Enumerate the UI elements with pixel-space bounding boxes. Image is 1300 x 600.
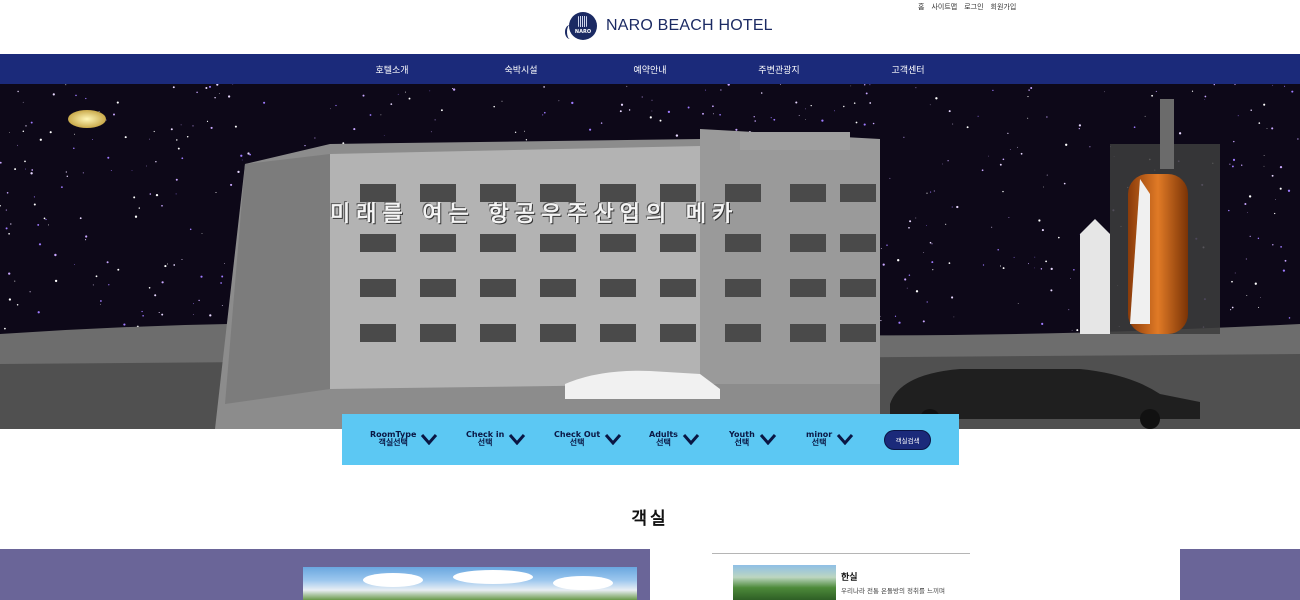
roomtype-value: 객실선택	[378, 438, 408, 447]
chevron-down-icon	[837, 434, 854, 445]
divider	[712, 553, 970, 554]
adults-value: 선택	[656, 438, 671, 447]
minor-select[interactable]: minor 선택	[806, 431, 854, 447]
room-main-photo[interactable]	[303, 567, 637, 600]
chevron-down-icon	[421, 434, 438, 445]
checkin-value: 선택	[477, 438, 493, 447]
signup-link[interactable]: 회원가입	[991, 2, 1017, 12]
checkout-value: 선택	[569, 438, 585, 447]
checkin-select[interactable]: Check in 선택	[466, 431, 526, 447]
chevron-down-icon	[605, 434, 622, 445]
chevron-down-icon	[509, 434, 526, 445]
nav-item-reservation[interactable]: 예약안내	[633, 63, 666, 76]
hotel-name: NARO BEACH HOTEL	[606, 17, 773, 34]
adults-select[interactable]: Adults 선택	[649, 431, 700, 447]
chevron-down-icon	[682, 434, 700, 445]
section-title: 객실	[631, 509, 669, 529]
hero-headline: 미래를 여는 항공우주산업의 메카	[330, 201, 739, 227]
minor-value: 선택	[811, 438, 827, 447]
roomtype-select[interactable]: RoomType 객실선택	[370, 431, 438, 447]
nav-item-customer-center[interactable]: 고객센터	[891, 63, 924, 76]
room-description: 우리나라 전통 온돌방의 정취를 느끼며	[841, 587, 945, 595]
nav-item-hotel-intro[interactable]: 호텔소개	[375, 63, 408, 76]
chevron-down-icon	[759, 434, 776, 445]
utility-links: 홈 사이트맵 로그인 회원가입	[918, 2, 1016, 12]
room-search-bar: RoomType 객실선택 Check in 선택 Check Out 선택 Adul…	[342, 414, 959, 465]
hero-image	[0, 84, 1300, 429]
room-name: 한실	[841, 573, 858, 583]
checkout-select[interactable]: Check Out 선택	[554, 431, 622, 447]
room-thumbnail[interactable]	[733, 565, 836, 600]
logo-icon: NARO	[565, 11, 597, 41]
sitemap-link[interactable]: 사이트맵	[931, 2, 957, 12]
youth-value: 선택	[734, 438, 750, 447]
nav-item-nearby-attractions[interactable]: 주변관광지	[758, 63, 799, 76]
youth-select[interactable]: Youth 선택	[729, 431, 777, 447]
home-link[interactable]: 홈	[918, 2, 924, 12]
logo-mark-text: NARO	[574, 29, 592, 35]
hero-banner: 미래를 여는 항공우주산업의 메카	[0, 84, 1300, 429]
room-band-right	[1180, 549, 1300, 600]
main-nav: 호텔소개 숙박시설 예약안내 주변관광지 고객센터	[0, 54, 1300, 84]
nav-item-accommodation[interactable]: 숙박시설	[504, 63, 537, 76]
room-search-button[interactable]: 객실검색	[884, 430, 931, 450]
login-link[interactable]: 로그인	[964, 2, 983, 12]
logo[interactable]: NARO NARO BEACH HOTEL	[565, 11, 773, 41]
